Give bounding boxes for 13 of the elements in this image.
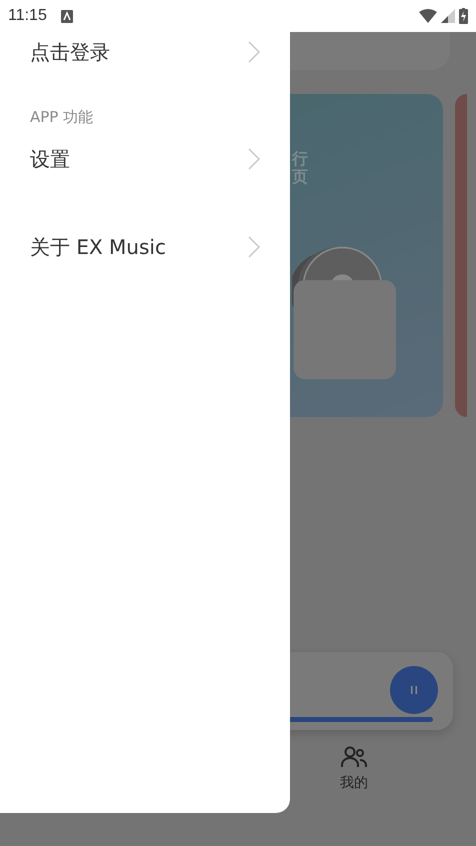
chevron-right-icon [248, 148, 260, 170]
section-title: APP 功能 [30, 108, 94, 127]
login-row[interactable]: 点击登录 [30, 32, 260, 72]
wifi-icon [419, 9, 437, 23]
pause-icon [408, 684, 420, 696]
battery-charging-icon [459, 8, 468, 24]
signal-icon [441, 9, 455, 23]
people-icon [341, 746, 367, 768]
pause-button[interactable] [390, 666, 438, 714]
chevron-right-icon [248, 236, 260, 258]
status-time: 11:15 [8, 7, 47, 25]
chevron-right-icon [248, 41, 260, 63]
notification-icon [60, 10, 73, 22]
